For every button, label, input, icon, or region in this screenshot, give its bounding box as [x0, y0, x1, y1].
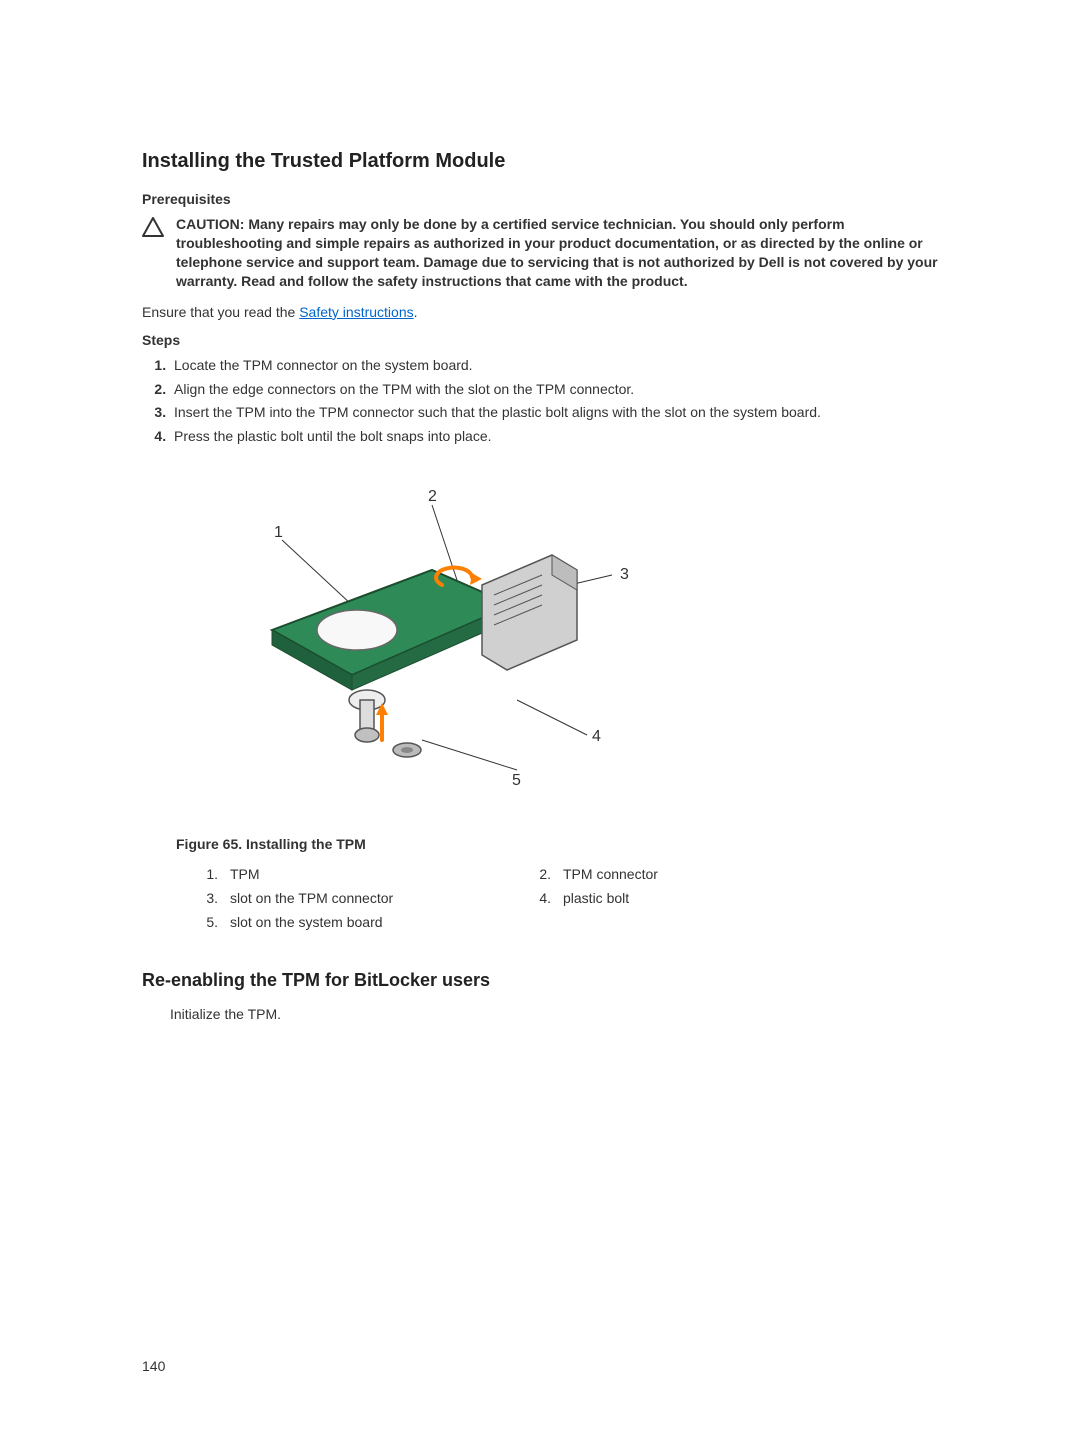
- legend-text: TPM: [230, 866, 527, 882]
- callout-2: 2: [428, 488, 437, 505]
- ensure-prefix: Ensure that you read the: [142, 304, 299, 320]
- callout-3: 3: [620, 566, 629, 583]
- ensure-suffix: .: [414, 304, 418, 320]
- legend-num: 2.: [533, 866, 557, 882]
- legend-num: 1.: [200, 866, 224, 882]
- step-item: Press the plastic bolt until the bolt sn…: [170, 427, 938, 447]
- callout-5: 5: [512, 772, 521, 789]
- figure-legend: 1. TPM 2. TPM connector 3. slot on the T…: [200, 866, 860, 930]
- legend-num: 5.: [200, 914, 224, 930]
- steps-label: Steps: [142, 332, 938, 348]
- section-heading-reenable-tpm: Re-enabling the TPM for BitLocker users: [142, 970, 938, 991]
- caution-text: CAUTION: Many repairs may only be done b…: [176, 215, 938, 291]
- figure-install-tpm: 1 2 3 4 5: [182, 475, 938, 818]
- step-item: Insert the TPM into the TPM connector su…: [170, 403, 938, 423]
- ensure-paragraph: Ensure that you read the Safety instruct…: [142, 303, 938, 323]
- prerequisites-label: Prerequisites: [142, 191, 938, 207]
- tpm-illustration: 1 2 3 4 5: [182, 475, 662, 815]
- step-item: Align the edge connectors on the TPM wit…: [170, 380, 938, 400]
- caution-icon: [142, 217, 164, 240]
- section2-body: Initialize the TPM.: [170, 1005, 938, 1025]
- legend-text: slot on the system board: [230, 914, 527, 930]
- legend-num: 4.: [533, 890, 557, 906]
- legend-text: TPM connector: [563, 866, 860, 882]
- step-item: Locate the TPM connector on the system b…: [170, 356, 938, 376]
- page-number: 140: [142, 1358, 165, 1374]
- safety-instructions-link[interactable]: Safety instructions: [299, 304, 413, 320]
- legend-num: 3.: [200, 890, 224, 906]
- callout-4: 4: [592, 728, 601, 745]
- steps-list: Locate the TPM connector on the system b…: [142, 356, 938, 446]
- legend-text: plastic bolt: [563, 890, 860, 906]
- figure-caption: Figure 65. Installing the TPM: [176, 836, 938, 852]
- caution-block: CAUTION: Many repairs may only be done b…: [142, 215, 938, 291]
- document-page: Installing the Trusted Platform Module P…: [0, 0, 1080, 1434]
- legend-text: slot on the TPM connector: [230, 890, 527, 906]
- callout-1: 1: [274, 524, 283, 541]
- section-heading-install-tpm: Installing the Trusted Platform Module: [142, 150, 938, 173]
